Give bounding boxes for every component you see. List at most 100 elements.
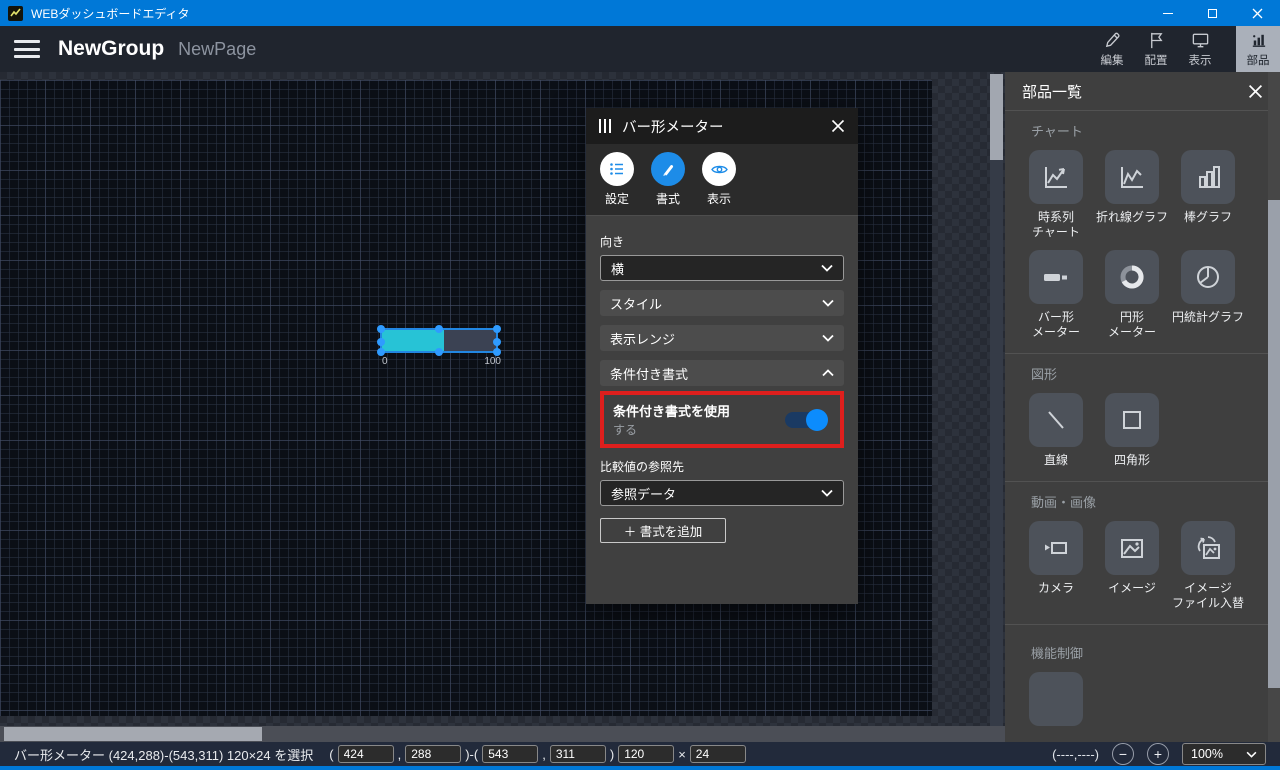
resize-handle-n[interactable] [435, 325, 443, 333]
orientation-select[interactable]: 横 [600, 255, 844, 281]
part-timeseries-chart[interactable]: 時系列 チャート [1029, 150, 1083, 240]
chevron-down-icon [1246, 751, 1257, 758]
use-conditional-format-suffix: する [613, 421, 730, 438]
tab-settings[interactable]: 設定 [600, 152, 634, 207]
zoom-level-select[interactable]: 100% [1182, 743, 1266, 765]
pencil-icon [1103, 31, 1122, 50]
x1-input[interactable] [338, 745, 394, 763]
conditional-format-highlight: 条件付き書式を使用 する [600, 391, 844, 448]
part-bar-chart[interactable]: 棒グラフ [1181, 150, 1235, 240]
section-conditional-format[interactable]: 条件付き書式 [600, 360, 844, 386]
chevron-down-icon [821, 264, 833, 272]
part-line-chart[interactable]: 折れ線グラフ [1096, 150, 1168, 240]
part-image[interactable]: イメージ [1105, 521, 1159, 611]
section-style[interactable]: スタイル [600, 290, 844, 316]
window-frame-bottom [0, 766, 1280, 770]
circle-meter-icon [1116, 261, 1148, 293]
add-format-button[interactable]: ＋ 書式を追加 [600, 518, 726, 543]
parts-section-control: 機能制御 [1005, 624, 1280, 739]
cursor-position: (----,----) [1052, 747, 1099, 762]
maximize-button[interactable] [1190, 0, 1235, 26]
use-conditional-format-label: 条件付き書式を使用 [613, 401, 730, 420]
settings-list-icon [608, 160, 626, 178]
part-bar-meter[interactable]: バー形 メーター [1029, 250, 1083, 340]
part-line[interactable]: 直線 [1029, 393, 1083, 468]
dialog-close-button[interactable] [831, 119, 845, 133]
chevron-down-icon [821, 489, 833, 497]
zoom-in-button[interactable]: + [1147, 743, 1169, 765]
compare-ref-label: 比較値の参照先 [600, 458, 844, 475]
brush-icon [659, 160, 677, 178]
resize-handle-w[interactable] [377, 338, 385, 346]
resize-handle-e[interactable] [493, 338, 501, 346]
drag-grip-icon[interactable] [599, 119, 611, 133]
chevron-down-icon [822, 299, 834, 307]
bar-meter-icon [1039, 261, 1073, 293]
parts-mode-button[interactable]: 部品 [1236, 26, 1280, 72]
tab-display[interactable]: 表示 [702, 152, 736, 207]
x2-input[interactable] [482, 745, 538, 763]
zoom-out-button[interactable]: − [1112, 743, 1134, 765]
resize-handle-ne[interactable] [493, 325, 501, 333]
minimize-button[interactable] [1145, 0, 1190, 26]
layout-mode-button[interactable]: 配置 [1134, 26, 1178, 72]
parts-section-chart: チャート 時系列 チャート 折れ線グラフ 棒グラフ バー形 メーター 円形 メー… [1005, 110, 1280, 353]
parts-section-media: 動画・画像 カメラ イメージ イメージ ファイル入替 [1005, 481, 1280, 624]
dialog-tab-strip: 設定 書式 表示 [586, 144, 858, 216]
height-input[interactable] [690, 745, 746, 763]
parts-panel-close-button[interactable] [1248, 84, 1263, 99]
horizontal-scroll-thumb[interactable] [4, 727, 262, 741]
status-bar: バー形メーター (424,288)-(543,311) 120×24 を選択 (… [0, 742, 1280, 766]
app-header: NewGroup NewPage 編集 配置 表示 部品 [0, 26, 1280, 72]
menu-icon[interactable] [14, 40, 40, 58]
camera-icon [1039, 532, 1073, 564]
resize-handle-sw[interactable] [377, 348, 385, 356]
bar-meter-property-dialog: バー形メーター 設定 書式 表示 向き 横 スタイル 表示レンジ [586, 108, 858, 604]
dialog-header[interactable]: バー形メーター [586, 108, 858, 144]
view-mode-button[interactable]: 表示 [1178, 26, 1222, 72]
page-name: NewPage [178, 39, 256, 60]
vertical-scroll-thumb[interactable] [990, 74, 1003, 160]
dialog-body: 向き 横 スタイル 表示レンジ 条件付き書式 条件付き書式を使用 する 比較値の… [586, 216, 858, 553]
parts-icon [1249, 31, 1268, 50]
parts-scroll-thumb[interactable] [1268, 200, 1280, 688]
bar-chart-icon [1192, 161, 1224, 193]
resize-handle-s[interactable] [435, 348, 443, 356]
bar-meter-widget[interactable]: 0 100 [380, 328, 498, 353]
part-pie-chart[interactable]: 円統計グラフ [1172, 250, 1244, 340]
part-circle-meter[interactable]: 円形 メーター [1105, 250, 1159, 340]
compare-ref-select[interactable]: 参照データ [600, 480, 844, 506]
line-icon [1040, 404, 1072, 436]
parts-panel-scrollbar[interactable] [1268, 72, 1280, 742]
width-input[interactable] [618, 745, 674, 763]
selection-status-text: バー形メーター (424,288)-(543,311) 120×24 を選択 [14, 745, 313, 764]
y2-input[interactable] [550, 745, 606, 763]
group-name: NewGroup [58, 37, 164, 61]
tab-format[interactable]: 書式 [651, 152, 685, 207]
parts-panel-title: 部品一覧 [1022, 81, 1082, 102]
edit-mode-button[interactable]: 編集 [1090, 26, 1134, 72]
bar-meter-body[interactable] [380, 328, 498, 353]
part-control-item[interactable] [1029, 672, 1083, 726]
part-rectangle[interactable]: 四角形 [1105, 393, 1159, 468]
dialog-title: バー形メーター [622, 116, 724, 137]
canvas-horizontal-scrollbar[interactable] [0, 726, 1005, 742]
image-icon [1116, 532, 1148, 564]
canvas-vertical-scrollbar[interactable] [990, 74, 1003, 726]
section-display-range[interactable]: 表示レンジ [600, 325, 844, 351]
bar-meter-fill [382, 330, 444, 351]
conditional-format-toggle[interactable] [785, 412, 825, 428]
resize-handle-nw[interactable] [377, 325, 385, 333]
y1-input[interactable] [405, 745, 461, 763]
image-swap-icon [1191, 532, 1225, 564]
parts-section-shapes: 図形 直線 四角形 [1005, 353, 1280, 481]
rectangle-icon [1116, 404, 1148, 436]
app-icon [8, 6, 23, 21]
resize-handle-se[interactable] [493, 348, 501, 356]
meter-min-label: 0 [382, 356, 388, 367]
part-image-swap[interactable]: イメージ ファイル入替 [1172, 521, 1244, 611]
eye-icon [710, 160, 729, 179]
chevron-down-icon [822, 334, 834, 342]
close-window-button[interactable] [1235, 0, 1280, 26]
part-camera[interactable]: カメラ [1029, 521, 1083, 611]
